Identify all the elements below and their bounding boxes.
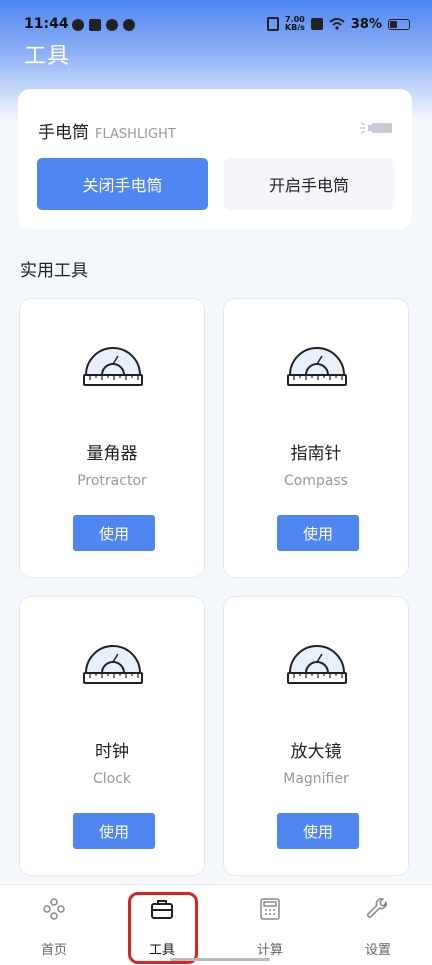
wifi-icon <box>329 18 345 30</box>
protractor-icon <box>83 347 143 386</box>
net-speed: 7.00 KB/s <box>285 16 305 32</box>
tool-card-protractor[interactable]: 量角器 Protractor 使用 <box>19 298 205 578</box>
use-button-protractor[interactable]: 使用 <box>73 515 155 551</box>
tab-calculate[interactable]: 计算 <box>216 885 324 965</box>
tool-card-compass[interactable]: 指南针 Compass 使用 <box>223 298 409 578</box>
wechat-notification-icon <box>123 19 135 31</box>
battery-icon <box>388 18 410 30</box>
tab-settings[interactable]: 设置 <box>324 885 432 965</box>
status-time: 11:44 <box>24 16 69 32</box>
flashlight-subtitle: FLASHLIGHT <box>95 127 176 142</box>
use-button-magnifier[interactable]: 使用 <box>277 813 359 849</box>
tool-english-name: Magnifier <box>283 771 349 787</box>
tab-label: 首页 <box>40 943 67 958</box>
tool-name: 量角器 <box>86 444 138 464</box>
flashlight-on-button[interactable]: 开启手电筒 <box>224 158 394 210</box>
bottom-tab-bar: 首页 工具 计算 设置 <box>0 884 432 965</box>
status-bar: 11:44 7.00 KB/s 38% <box>0 12 432 40</box>
home-dots-icon <box>43 898 65 920</box>
tools-section-title: 实用工具 <box>20 261 88 281</box>
flashlight-title: 手电筒 FLASHLIGHT <box>38 118 176 143</box>
app-notification-icon <box>72 19 84 31</box>
tool-english-name: Protractor <box>77 473 147 489</box>
notification-icons <box>72 19 135 31</box>
use-button-compass[interactable]: 使用 <box>277 515 359 551</box>
flashlight-card: 手电筒 FLASHLIGHT 关闭手电筒 开启手电筒 <box>18 89 412 229</box>
active-tab-highlight <box>128 892 198 964</box>
flashlight-off-button[interactable]: 关闭手电筒 <box>37 158 208 210</box>
tab-label: 设置 <box>364 943 391 958</box>
status-right: 7.00 KB/s 38% <box>266 16 410 32</box>
tab-home[interactable]: 首页 <box>0 885 108 965</box>
compass-icon <box>287 347 347 386</box>
use-button-clock[interactable]: 使用 <box>73 813 155 849</box>
tab-label: 计算 <box>256 943 283 958</box>
net-speed-unit: KB/s <box>284 23 305 32</box>
flashlight-icon <box>360 122 392 134</box>
vibrate-icon <box>266 17 279 31</box>
tool-english-name: Compass <box>283 473 349 489</box>
tool-card-magnifier[interactable]: 放大镜 Magnifier 使用 <box>223 596 409 876</box>
battery-percent: 38% <box>350 16 382 32</box>
sync-notification-icon <box>106 19 118 31</box>
home-indicator[interactable] <box>170 958 270 961</box>
tool-name: 放大镜 <box>290 742 342 762</box>
page-title: 工具 <box>24 44 71 69</box>
calculator-icon <box>260 898 280 920</box>
magnifier-icon <box>287 645 347 684</box>
tool-name: 时钟 <box>95 742 129 762</box>
media-notification-icon <box>89 19 101 31</box>
clock-icon <box>83 645 143 684</box>
tool-card-clock[interactable]: 时钟 Clock 使用 <box>19 596 205 876</box>
tool-name: 指南针 <box>290 444 342 464</box>
wrench-icon <box>367 898 387 918</box>
sim-icon <box>310 18 323 30</box>
flashlight-title-text: 手电筒 <box>38 123 89 143</box>
tool-english-name: Clock <box>92 771 132 787</box>
